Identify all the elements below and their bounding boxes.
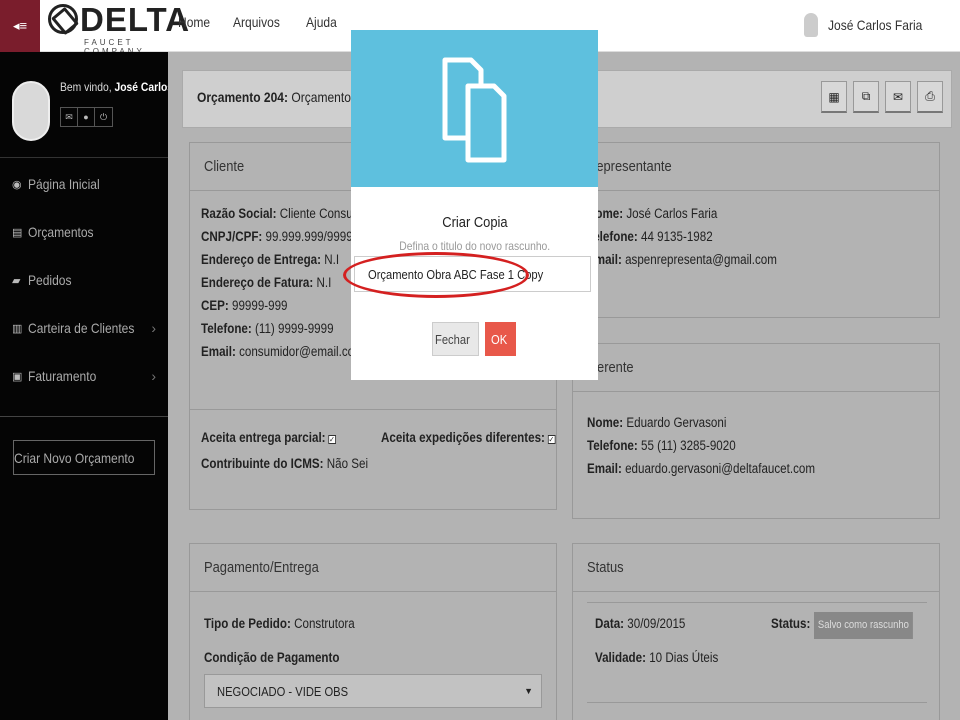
sidebar-item-label: Faturamento [28, 368, 97, 384]
divider [190, 409, 556, 410]
new-quote-label: Criar Novo Orçamento [13, 449, 135, 466]
delta-logo[interactable]: DELTA FAUCET COMPANY [44, 2, 189, 56]
print-icon[interactable]: ⎙ [917, 81, 943, 113]
sidebar-item-faturamento[interactable]: ▣ Faturamento › [0, 352, 168, 400]
expedicoes-diferentes: Aceita expedições diferentes: ✓ [381, 430, 556, 445]
sidebar-item-label: Orçamentos [28, 224, 94, 240]
status-badge: Salvo como rascunho [813, 612, 914, 639]
welcome-prefix: Bem vindo, [60, 80, 112, 94]
user-icon[interactable]: ● [78, 108, 95, 126]
sidebar: Bem vindo, José Carlos ✉ ● ⏻ ◉ Página In… [0, 52, 173, 720]
user-name: José Carlos Faria [828, 17, 923, 33]
ok-button[interactable]: OK [485, 322, 516, 356]
copy-icon[interactable]: ⧉ [853, 81, 879, 113]
profile-block: Bem vindo, José Carlos ✉ ● ⏻ [0, 52, 173, 158]
welcome-name: José Carlos [114, 80, 174, 94]
chevron-right-icon: › [151, 368, 156, 384]
icms: Contribuinte do ICMS: Não Sei [201, 456, 369, 471]
sidebar-item-pagina-inicial[interactable]: ◉ Página Inicial [0, 160, 168, 208]
money-icon: ▣ [12, 370, 23, 383]
condicao-value: NEGOCIADO - VIDE OBS [217, 683, 349, 699]
header-toolbar: ▦ ⧉ ✉ ⎙ [821, 81, 943, 113]
status-data: Data: 30/09/2015 [595, 616, 686, 631]
sidebar-divider [0, 416, 168, 417]
logo-word: DELTA [80, 1, 191, 38]
nav-home[interactable]: Home [178, 14, 210, 30]
representante-details: Nome: José Carlos Faria Telefone: 44 913… [587, 206, 777, 267]
ger-name: Eduardo Gervasoni [626, 415, 727, 430]
envelope-icon[interactable]: ✉ [61, 108, 78, 126]
highlight-ellipse [343, 252, 529, 298]
quote-number: Orçamento 204: [197, 89, 289, 105]
representante-panel: Representante Nome: José Carlos Faria Te… [572, 142, 940, 318]
profile-actions: ✉ ● ⏻ [60, 107, 113, 127]
entrega-parcial-checkbox[interactable]: ✓ [328, 435, 336, 444]
status-state: Status: Salvo como rascunho [771, 612, 936, 639]
cep: 99999-999 [231, 298, 288, 313]
rep-email: aspenrepresenta@gmail.com [625, 252, 777, 267]
power-icon[interactable]: ⏻ [95, 108, 112, 126]
data-value: 30/09/2015 [627, 616, 686, 631]
gerente-panel: Gerente Nome: Eduardo Gervasoni Telefone… [572, 343, 940, 519]
create-copy-modal: Criar Copia Defina o titulo do novo rasc… [351, 30, 598, 380]
pagamento-heading: Pagamento/Entrega [190, 544, 556, 592]
delta-logo-mark [48, 4, 78, 34]
nav-arquivos[interactable]: Arquivos [233, 14, 280, 30]
chevron-right-icon: › [151, 320, 156, 336]
condicao-label: Condição de Pagamento [204, 650, 340, 665]
rep-phone: 44 9135-1982 [640, 229, 713, 244]
validade-value: 10 Dias Úteis [649, 650, 719, 665]
sidebar-item-orcamentos[interactable]: ▤ Orçamentos [0, 208, 168, 256]
file-icon: ▤ [12, 226, 23, 239]
new-quote-button[interactable]: Criar Novo Orçamento [13, 440, 155, 475]
modal-subtitle: Defina o titulo do novo rascunho. [399, 239, 550, 253]
endereco-entrega: N.I [324, 252, 340, 267]
envelope-icon[interactable]: ✉ [885, 81, 911, 113]
sidebar-item-carteira[interactable]: ▥ Carteira de Clientes › [0, 304, 168, 352]
divider [587, 702, 927, 703]
status-validade: Validade: 10 Dias Úteis [595, 650, 719, 665]
gerente-heading: Gerente [573, 344, 939, 392]
icms-value: Não Sei [326, 456, 369, 471]
endereco-fatura: N.I [316, 275, 332, 290]
expedicoes-checkbox[interactable]: ✓ [547, 435, 556, 444]
top-nav: Home Arquivos Ajuda [178, 14, 342, 30]
truck-icon: ▰ [12, 274, 21, 287]
sidebar-item-label: Carteira de Clientes [28, 320, 135, 336]
entrega-parcial: Aceita entrega parcial: ✓ [201, 430, 336, 445]
sidebar-item-label: Pedidos [28, 272, 72, 288]
user-avatar [804, 13, 819, 37]
ger-phone: 55 (11) 3285-9020 [640, 438, 736, 453]
ger-email: eduardo.gervasoni@deltafaucet.com [625, 461, 816, 476]
sidebar-item-label: Página Inicial [28, 176, 100, 192]
pagamento-panel: Pagamento/Entrega Tipo de Pedido: Constr… [189, 543, 557, 720]
representante-heading: Representante [573, 143, 939, 191]
email: consumidor@email.com [239, 344, 364, 359]
condicao-pagamento-select[interactable]: NEGOCIADO - VIDE OBS ▼ [204, 674, 542, 708]
menu-collapse-icon[interactable]: ◂≡ [0, 0, 40, 52]
nav-ajuda[interactable]: Ajuda [306, 14, 337, 30]
user-menu[interactable]: José Carlos Faria [804, 13, 938, 37]
divider [587, 602, 927, 603]
avatar [12, 81, 50, 141]
calculator-icon[interactable]: ▦ [821, 81, 847, 113]
status-heading: Status [573, 544, 939, 592]
close-button[interactable]: Fechar [432, 322, 479, 356]
rep-name: José Carlos Faria [626, 206, 718, 221]
modal-title: Criar Copia [441, 214, 508, 231]
modal-banner [351, 30, 598, 187]
sidebar-item-pedidos[interactable]: ▰ Pedidos [0, 256, 168, 304]
dashboard-icon: ◉ [12, 178, 22, 191]
telefone: (11) 9999-9999 [254, 321, 334, 336]
tipo-pedido: Tipo de Pedido: Construtora [204, 616, 355, 631]
status-panel: Status Data: 30/09/2015 Status: Salvo co… [572, 543, 940, 720]
dropdown-arrow-icon: ▼ [524, 686, 533, 696]
book-icon: ▥ [12, 322, 23, 335]
tipo-pedido-value: Construtora [294, 616, 355, 631]
sidebar-menu: ◉ Página Inicial ▤ Orçamentos ▰ Pedidos … [0, 160, 168, 400]
gerente-details: Nome: Eduardo Gervasoni Telefone: 55 (11… [587, 415, 816, 476]
copy-files-icon [442, 57, 507, 163]
